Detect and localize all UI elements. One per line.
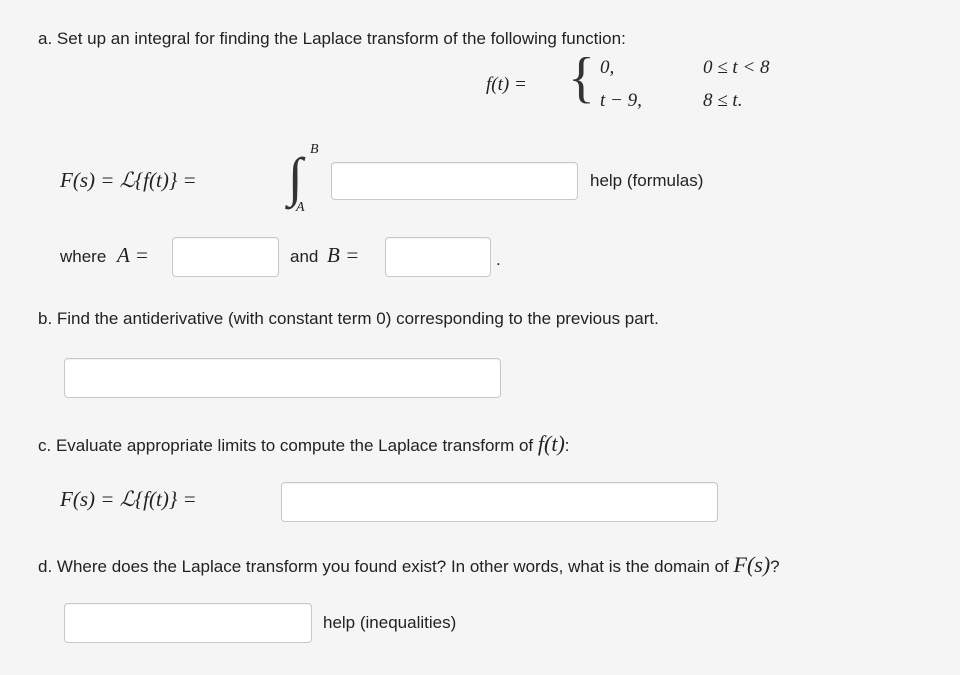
help-formulas-link[interactable]: help (formulas): [590, 171, 703, 191]
part-c-question-text: c. Evaluate appropriate limits to comput…: [38, 436, 534, 455]
function-lhs: f(t) =: [486, 74, 527, 95]
integrand-input[interactable]: [331, 162, 578, 200]
part-c-question-suffix: :: [564, 436, 570, 455]
upper-limit-b-input[interactable]: [385, 237, 491, 277]
a-symbol: A =: [117, 243, 149, 267]
case1-value: 0,: [600, 57, 615, 78]
case2-value: t − 9,: [600, 90, 642, 111]
transform-expression-c: F(s) = ℒ{f(t)} =: [60, 487, 197, 511]
lower-limit-a-input[interactable]: [172, 237, 279, 277]
integral-upper-limit: B: [310, 142, 319, 157]
case1-condition: 0 ≤ t < 8: [703, 57, 770, 78]
domain-input[interactable]: [64, 603, 312, 643]
b-symbol: B =: [327, 243, 360, 267]
antiderivative-input[interactable]: [64, 358, 501, 398]
part-c-question: c. Evaluate appropriate limits to comput…: [38, 431, 570, 457]
part-a-question: a. Set up an integral for finding the La…: [38, 29, 626, 48]
period: .: [496, 250, 501, 269]
part-c-question-math: f(t): [537, 431, 565, 456]
where-label: where: [60, 247, 107, 266]
left-brace: {: [568, 47, 595, 109]
laplace-transform-input[interactable]: [281, 482, 718, 522]
part-d-question-suffix: ?: [770, 557, 780, 576]
part-d-question-text: d. Where does the Laplace transform you …: [38, 557, 729, 576]
transform-expression-a: F(s) = ℒ{f(t)} =: [60, 168, 197, 192]
integral-sign: ∫: [288, 147, 303, 207]
integral-lower-limit: A: [296, 200, 305, 215]
case2-condition: 8 ≤ t.: [703, 90, 743, 111]
part-d-question: d. Where does the Laplace transform you …: [38, 552, 780, 578]
part-d-question-math: F(s): [733, 552, 771, 577]
and-label: and: [290, 247, 319, 266]
help-inequalities-link[interactable]: help (inequalities): [323, 613, 456, 633]
part-b-question: b. Find the antiderivative (with constan…: [38, 309, 659, 328]
